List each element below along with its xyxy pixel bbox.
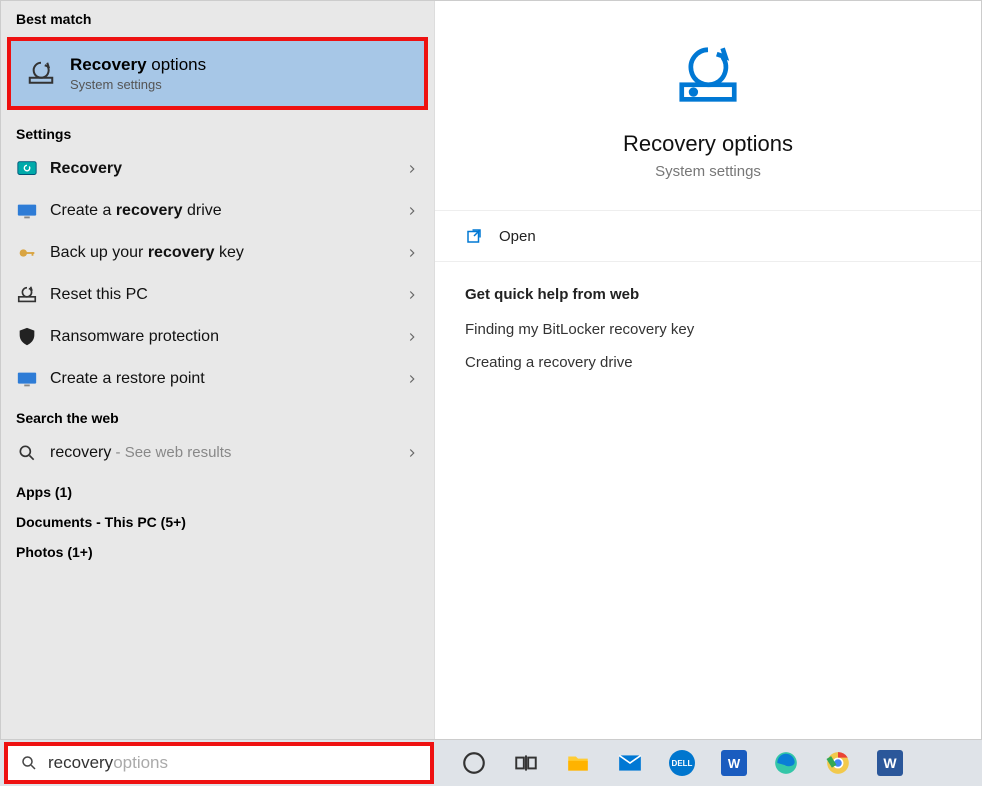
monitor-icon [16, 368, 38, 390]
mail-icon[interactable] [610, 743, 650, 783]
recovery-icon [673, 41, 743, 111]
preview-pane: Recovery options System settings Open Ge… [435, 1, 981, 739]
dell-icon[interactable]: DELL [662, 743, 702, 783]
settings-item-recovery[interactable]: Recovery [1, 148, 434, 190]
chevron-right-icon [405, 162, 419, 176]
taskbar-icons: DELL W W [454, 743, 910, 783]
monitor-icon [16, 200, 38, 222]
preview-title: Recovery options [623, 131, 793, 157]
taskbar-search-box[interactable]: recovery options [4, 742, 434, 784]
help-link-recovery-drive[interactable]: Creating a recovery drive [465, 354, 951, 371]
recovery-color-icon [16, 158, 38, 180]
best-match-text: Recovery options System settings [70, 55, 206, 92]
search-icon [16, 442, 38, 464]
word-alt-icon[interactable]: W [714, 743, 754, 783]
search-results-pane: Best match Recovery options System setti… [1, 1, 435, 739]
help-header: Get quick help from web [465, 286, 951, 303]
key-icon [16, 242, 38, 264]
search-suggestion-text: options [113, 753, 168, 773]
settings-item-restore-point[interactable]: Create a restore point [1, 358, 434, 400]
edge-icon[interactable] [766, 743, 806, 783]
shield-icon [16, 326, 38, 348]
best-match-header: Best match [1, 1, 434, 33]
chevron-right-icon [405, 288, 419, 302]
cortana-icon[interactable] [454, 743, 494, 783]
category-documents[interactable]: Documents - This PC (5+) [1, 504, 434, 534]
preview-subtitle: System settings [655, 163, 761, 180]
chevron-right-icon [405, 246, 419, 260]
settings-header: Settings [1, 116, 434, 148]
category-apps[interactable]: Apps (1) [1, 474, 434, 504]
chevron-right-icon [405, 204, 419, 218]
taskbar: recovery options DELL W W [0, 740, 982, 786]
reset-icon [16, 284, 38, 306]
settings-item-ransomware-protection[interactable]: Ransomware protection [1, 316, 434, 358]
open-icon [465, 227, 483, 245]
chevron-right-icon [405, 446, 419, 460]
best-match-result[interactable]: Recovery options System settings [7, 37, 428, 110]
category-photos[interactable]: Photos (1+) [1, 534, 434, 564]
preview-header: Recovery options System settings [435, 1, 981, 211]
web-result-item[interactable]: recovery - See web results [1, 432, 434, 474]
word-icon[interactable]: W [870, 743, 910, 783]
help-section: Get quick help from web Finding my BitLo… [435, 262, 981, 411]
settings-item-reset-pc[interactable]: Reset this PC [1, 274, 434, 316]
search-icon [20, 754, 38, 772]
open-label: Open [499, 228, 536, 245]
chevron-right-icon [405, 330, 419, 344]
help-link-bitlocker[interactable]: Finding my BitLocker recovery key [465, 321, 951, 338]
recovery-icon [26, 59, 56, 89]
task-view-icon[interactable] [506, 743, 546, 783]
open-action[interactable]: Open [435, 211, 981, 262]
settings-item-create-recovery-drive[interactable]: Create a recovery drive [1, 190, 434, 232]
chrome-icon[interactable] [818, 743, 858, 783]
search-web-header: Search the web [1, 400, 434, 432]
settings-item-backup-recovery-key[interactable]: Back up your recovery key [1, 232, 434, 274]
file-explorer-icon[interactable] [558, 743, 598, 783]
chevron-right-icon [405, 372, 419, 386]
search-typed-text: recovery [48, 753, 113, 773]
